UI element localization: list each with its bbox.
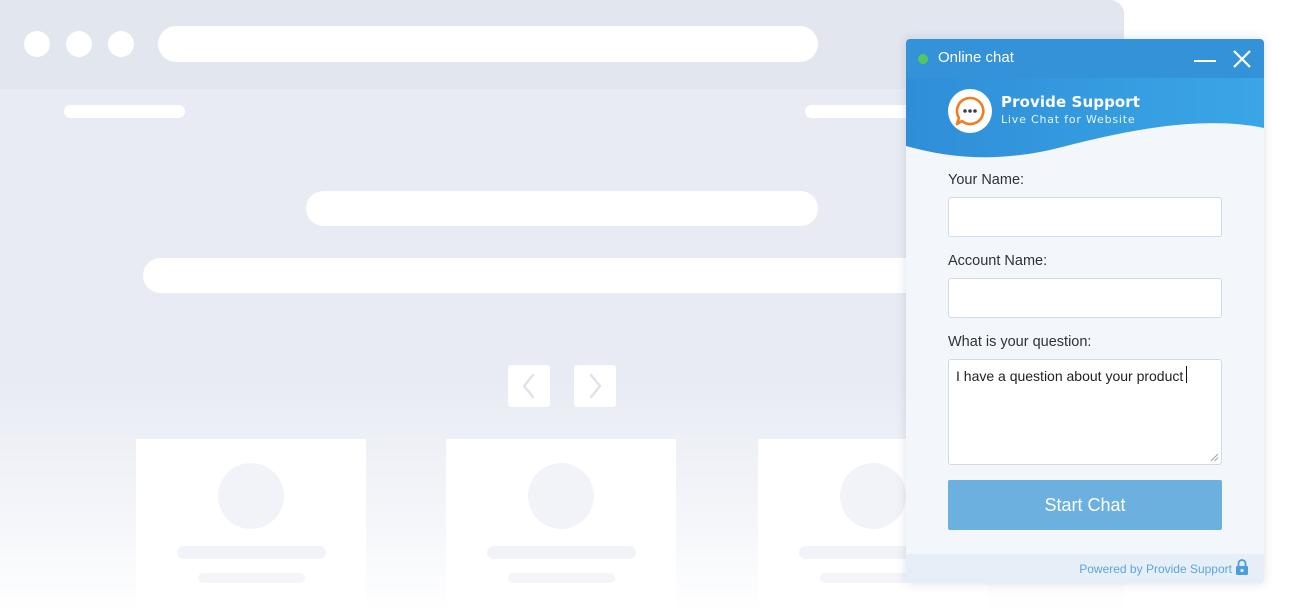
mock-text-line — [198, 573, 305, 583]
resize-grip-icon[interactable] — [1209, 452, 1219, 462]
close-icon — [1233, 50, 1251, 68]
question-label: What is your question: — [948, 334, 1092, 350]
close-button[interactable] — [1229, 46, 1255, 72]
mock-heading-bar — [306, 191, 818, 226]
mock-address-bar — [158, 26, 818, 62]
start-chat-button[interactable]: Start Chat — [948, 480, 1222, 530]
name-label: Your Name: — [948, 172, 1025, 188]
online-status-icon — [918, 54, 928, 64]
chat-widget: Online chat Provide Support Live Chat fo… — [906, 39, 1264, 583]
window-dot-3 — [108, 31, 134, 57]
account-field[interactable] — [948, 278, 1222, 318]
brand-tagline: Live Chat for Website — [1001, 113, 1136, 126]
mock-avatar-placeholder — [528, 463, 594, 529]
mock-text-line — [508, 573, 615, 583]
chat-title: Online chat — [938, 49, 1014, 66]
mock-subheading-bar — [143, 258, 943, 293]
minimize-button[interactable] — [1192, 46, 1218, 72]
chevron-right-icon — [589, 373, 602, 399]
name-field[interactable] — [948, 197, 1222, 237]
mock-card-1 — [136, 439, 366, 614]
lock-icon — [1235, 559, 1249, 575]
chat-footer: Powered by Provide Support — [906, 554, 1264, 583]
mock-prev-button — [508, 365, 550, 407]
chat-bubble-icon — [955, 96, 985, 126]
screen: Online chat Provide Support Live Chat fo… — [0, 0, 1296, 614]
window-dot-2 — [66, 31, 92, 57]
mock-text-line — [177, 546, 326, 559]
mock-text-line — [487, 546, 636, 559]
mock-next-button — [574, 365, 616, 407]
account-label: Account Name: — [948, 253, 1048, 269]
question-textarea[interactable]: I have a question about your product — [948, 359, 1222, 465]
chevron-left-icon — [522, 373, 535, 399]
mock-nav-item-left — [64, 105, 185, 118]
mock-card-2 — [446, 439, 676, 614]
chat-titlebar: Online chat — [906, 39, 1264, 78]
text-caret — [1186, 366, 1187, 383]
mock-avatar-placeholder — [840, 463, 906, 529]
mock-avatar-placeholder — [218, 463, 284, 529]
brand-name: Provide Support — [1001, 93, 1141, 111]
minimize-icon — [1194, 60, 1216, 62]
powered-by-link[interactable]: Powered by Provide Support — [1079, 562, 1232, 576]
window-dot-1 — [24, 31, 50, 57]
brand-logo — [948, 89, 992, 133]
